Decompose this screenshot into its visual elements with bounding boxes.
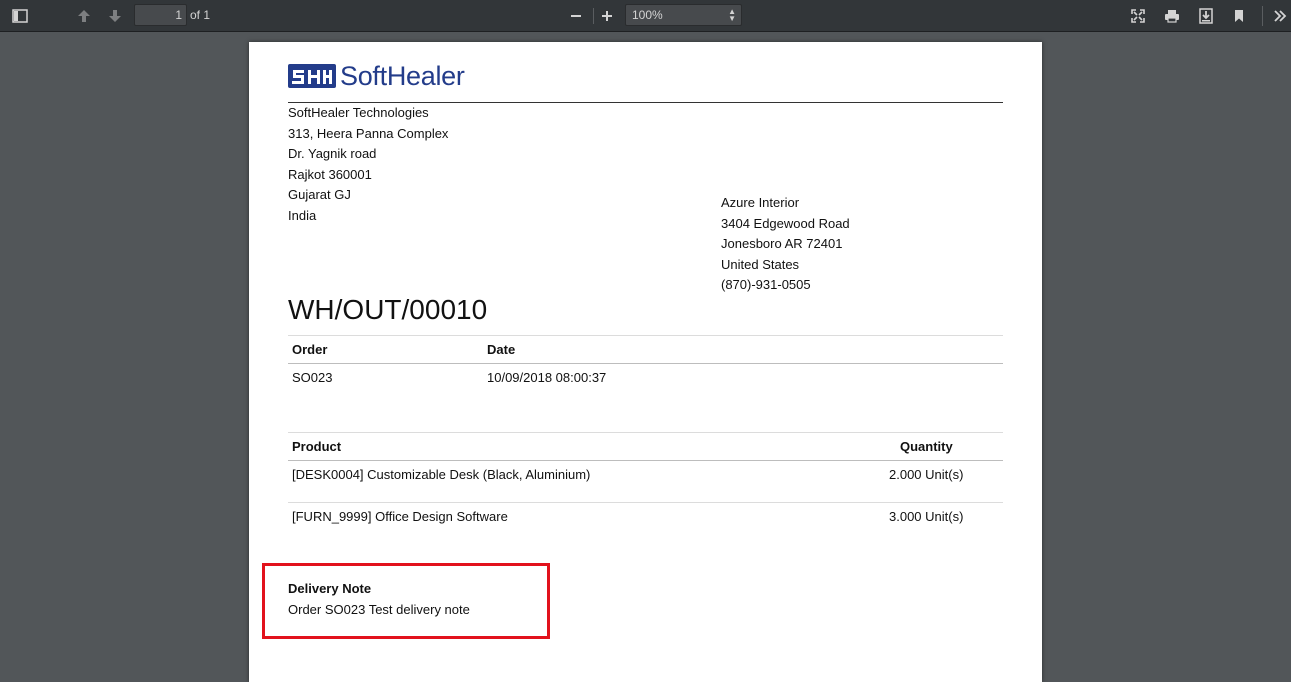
company-logo: SoftHealer: [288, 61, 465, 91]
product-name: [FURN_9999] Office Design Software: [292, 509, 508, 524]
date-header: Date: [487, 342, 516, 357]
logo-text: SoftHealer: [340, 60, 465, 91]
date-value: 10/09/2018 08:00:37: [487, 370, 607, 385]
address-line: Jonesboro AR 72401: [721, 236, 843, 252]
product-header: Product: [292, 439, 342, 454]
toolbar-divider: [1262, 6, 1263, 26]
print-icon[interactable]: [1161, 5, 1183, 27]
address-line: India: [288, 207, 317, 223]
table-divider: [288, 460, 1003, 461]
delivery-note-label: Delivery Note: [288, 581, 372, 596]
address-line: (870)-931-0505: [721, 277, 811, 293]
product-quantity: 3.000 Unit(s): [889, 509, 964, 524]
address-line: 3404 Edgewood Road: [721, 215, 850, 231]
product-quantity: 2.000 Unit(s): [889, 467, 964, 482]
order-header: Order: [292, 342, 328, 357]
table-divider: [288, 502, 1003, 503]
zoom-select[interactable]: 100% ▲ ▼: [625, 4, 742, 26]
document-title: WH/OUT/00010: [288, 294, 488, 325]
tools-icon[interactable]: [1269, 5, 1291, 27]
company-address: SoftHealer Technologies 313, Heera Panna…: [288, 103, 448, 227]
address-line: Gujarat GJ: [288, 187, 351, 203]
table-divider: [288, 335, 1003, 336]
download-icon[interactable]: [1195, 5, 1217, 27]
address-line: SoftHealer Technologies: [288, 105, 429, 120]
product-name: [DESK0004] Customizable Desk (Black, Alu…: [292, 467, 591, 482]
page-count-label: of 1: [190, 8, 211, 22]
customer-address: Azure Interior 3404 Edgewood Road Jonesb…: [721, 193, 850, 296]
pdf-page: SoftHealer SoftHealer Technologies 313, …: [249, 42, 1042, 682]
page-number-input[interactable]: 1: [134, 4, 187, 26]
zoom-out-icon[interactable]: [565, 5, 587, 27]
select-caret-icon: ▲ ▼: [728, 7, 736, 23]
address-line: Dr. Yagnik road: [288, 146, 377, 162]
address-line: United States: [721, 256, 800, 272]
highlight-box: [262, 563, 550, 639]
delivery-note-text: Order SO023 Test delivery note: [288, 602, 470, 617]
address-line: 313, Heera Panna Complex: [288, 125, 449, 141]
address-line: Azure Interior: [721, 195, 800, 210]
pdf-toolbar: 1 of 1 100% ▲ ▼: [0, 0, 1291, 32]
softhealer-logo-mark-icon: [288, 64, 336, 88]
previous-page-icon[interactable]: [73, 5, 95, 27]
sidebar-toggle-icon[interactable]: [9, 5, 31, 27]
fullscreen-icon[interactable]: [1127, 5, 1149, 27]
address-line: Rajkot 360001: [288, 166, 372, 182]
table-divider: [288, 432, 1003, 433]
quantity-header: Quantity: [900, 439, 953, 454]
toolbar-divider: [593, 8, 594, 24]
bookmark-icon[interactable]: [1228, 5, 1250, 27]
zoom-value: 100%: [632, 8, 663, 22]
next-page-icon[interactable]: [104, 5, 126, 27]
table-divider: [288, 363, 1003, 364]
order-value: SO023: [292, 370, 333, 385]
zoom-in-icon[interactable]: [596, 5, 618, 27]
